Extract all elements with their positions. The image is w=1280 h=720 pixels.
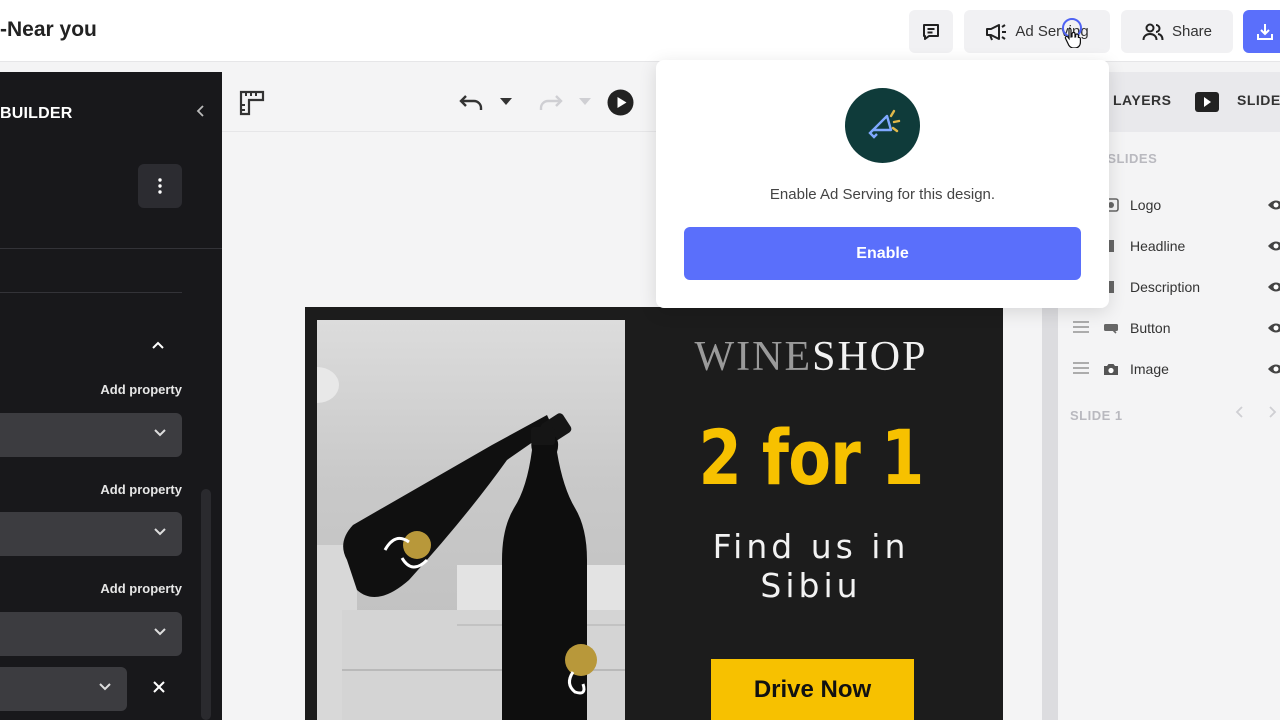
layer-row-image[interactable]: Image (1058, 349, 1280, 390)
ad-serving-button[interactable]: Ad Serving (964, 10, 1110, 53)
ad-banner[interactable]: WINESHOP 2 for 1 Find us in Sibiu Drive … (305, 307, 1003, 720)
ruler-icon[interactable] (239, 90, 265, 116)
layer-row-button[interactable]: Button (1058, 308, 1280, 349)
chevron-right-icon[interactable] (1268, 405, 1278, 419)
layer-label: Button (1130, 320, 1171, 336)
ad-serving-badge (845, 88, 920, 163)
users-icon (1142, 23, 1164, 40)
camera-icon (1104, 364, 1118, 375)
chevron-left-icon[interactable] (1234, 405, 1244, 419)
property-select[interactable] (0, 413, 182, 457)
bottle-photo-illustration (317, 367, 625, 720)
layer-label: Image (1130, 361, 1169, 377)
collapse-panel-button[interactable] (195, 104, 205, 123)
add-property-link[interactable]: Add property (0, 482, 182, 497)
property-select[interactable] (0, 667, 127, 711)
divider (0, 292, 182, 293)
drag-handle-icon[interactable] (1073, 321, 1089, 333)
more-vertical-icon (158, 178, 162, 194)
collapse-section-button[interactable] (151, 337, 165, 355)
logo-text-shop: SHOP (812, 334, 928, 380)
top-bar: -Near you Ad Serving Share (0, 0, 1280, 62)
slides-icon[interactable] (1194, 91, 1220, 113)
undo-history-chevron-icon[interactable] (500, 98, 512, 106)
document-title[interactable]: -Near you (0, 18, 97, 42)
chevron-down-icon (154, 628, 166, 636)
add-property-link[interactable]: Add property (0, 382, 182, 397)
slide-1-heading: SLIDE 1 (1070, 408, 1123, 423)
hand-cursor-icon (1064, 27, 1081, 48)
download-icon (1257, 23, 1273, 40)
download-button[interactable] (1243, 10, 1280, 53)
add-property-link[interactable]: Add property (0, 581, 182, 596)
megaphone-icon (867, 109, 900, 139)
share-label: Share (1171, 23, 1213, 40)
comments-button[interactable] (909, 10, 953, 53)
enable-button[interactable]: Enable (684, 227, 1081, 280)
divider (0, 248, 222, 249)
chevron-down-icon (99, 683, 111, 691)
layer-label: Description (1130, 279, 1201, 295)
remove-property-button[interactable] (152, 680, 166, 699)
play-icon[interactable] (607, 89, 634, 116)
builder-panel-title: BUILDER (0, 105, 73, 122)
chevron-down-icon (154, 429, 166, 437)
eye-icon[interactable] (1268, 239, 1280, 253)
cta-button[interactable]: Drive Now (711, 659, 914, 720)
layer-label: Headline (1130, 238, 1186, 254)
popover-message: Enable Ad Serving for this design. (769, 186, 996, 203)
headline-text[interactable]: 2 for 1 (667, 413, 956, 502)
comment-icon (923, 23, 939, 40)
chevron-left-icon (196, 105, 204, 117)
share-button[interactable]: Share (1121, 10, 1233, 53)
panel-scrollbar[interactable] (201, 489, 211, 720)
chevron-up-icon (152, 341, 164, 349)
eye-icon[interactable] (1268, 198, 1280, 212)
bottle-image[interactable] (317, 320, 625, 720)
property-select[interactable] (0, 512, 182, 556)
property-select[interactable] (0, 612, 182, 656)
undo-icon[interactable] (458, 92, 484, 112)
logo-text[interactable]: WINESHOP (635, 333, 987, 381)
drag-handle-icon[interactable] (1073, 362, 1089, 374)
button-icon (1104, 324, 1118, 334)
layer-label: Logo (1130, 197, 1162, 213)
ad-serving-popover: Enable Ad Serving for this design. Enabl… (656, 60, 1109, 308)
eye-icon[interactable] (1268, 280, 1280, 294)
description-line: Sibiu (760, 566, 862, 605)
tab-layers[interactable]: LAYERS (1113, 92, 1172, 108)
eye-icon[interactable] (1268, 362, 1280, 376)
eye-icon[interactable] (1268, 321, 1280, 335)
builder-panel: BUILDER Add property Add property Add pr… (0, 72, 222, 720)
chevron-down-icon (154, 528, 166, 536)
close-icon (153, 681, 165, 693)
megaphone-icon (986, 23, 1007, 40)
logo-text-wine: WINE (694, 334, 813, 380)
tab-slides[interactable]: SLIDE (1237, 92, 1280, 108)
redo-history-chevron-icon (579, 98, 591, 105)
description-line: Find us in (712, 527, 910, 566)
description-text[interactable]: Find us in Sibiu (645, 527, 977, 605)
redo-icon[interactable] (538, 92, 564, 112)
more-options-button[interactable] (138, 164, 182, 208)
